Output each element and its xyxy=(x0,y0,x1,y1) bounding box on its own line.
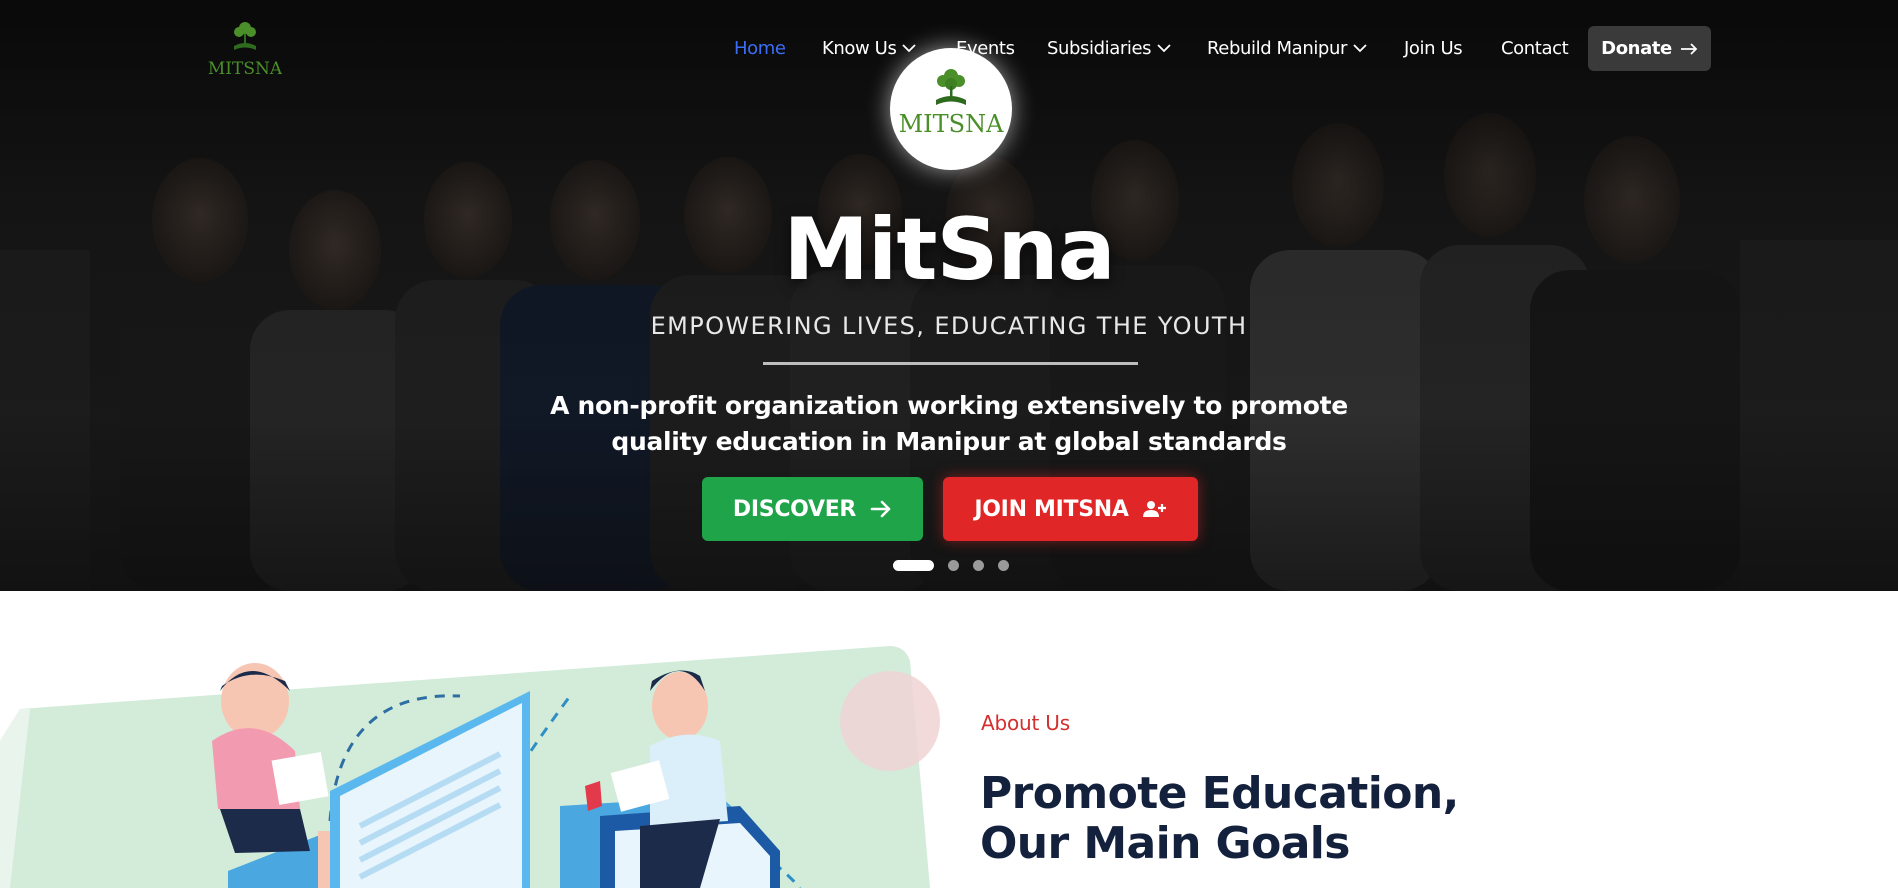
join-mitsna-button[interactable]: JOIN MITSNA xyxy=(943,477,1198,541)
donate-label: Donate xyxy=(1601,38,1672,59)
nav-rebuild-manipur[interactable]: Rebuild Manipur xyxy=(1207,38,1367,59)
discover-button[interactable]: DISCOVER xyxy=(702,477,923,541)
mitsna-logo[interactable]: MITSNA xyxy=(208,18,282,80)
carousel-dot-4[interactable] xyxy=(998,560,1009,571)
hero-divider xyxy=(763,362,1138,365)
emblem-text: MITSNA xyxy=(899,110,1005,138)
about-heading-line1: Promote Education, xyxy=(980,768,1459,819)
chevron-down-icon xyxy=(1157,44,1171,53)
nav-rebuild-manipur-label: Rebuild Manipur xyxy=(1207,38,1347,59)
discover-label: DISCOVER xyxy=(732,496,857,522)
join-label: JOIN MITSNA xyxy=(974,496,1129,522)
nav-home[interactable]: Home xyxy=(734,38,786,59)
about-section: About Us Promote Education, Our Main Goa… xyxy=(0,591,1898,888)
nav-home-label: Home xyxy=(734,38,786,59)
donate-button[interactable]: Donate xyxy=(1588,26,1711,71)
carousel-dot-1[interactable] xyxy=(893,560,934,571)
mitsna-emblem: MITSNA xyxy=(899,69,1005,138)
logo-text: MITSNA xyxy=(208,59,282,79)
nav-join-us-label: Join Us xyxy=(1404,38,1463,59)
hero-section: MITSNA Home Know Us Events Subsidiaries … xyxy=(0,0,1898,591)
nav-join-us[interactable]: Join Us xyxy=(1404,38,1463,59)
education-illustration xyxy=(0,646,940,888)
about-heading: Promote Education, Our Main Goals xyxy=(980,769,1500,869)
carousel-dot-3[interactable] xyxy=(973,560,984,571)
arrow-right-icon xyxy=(870,500,891,518)
about-eyebrow: About Us xyxy=(981,711,1070,735)
chevron-down-icon xyxy=(1353,44,1367,53)
hero-description: A non-profit organization working extens… xyxy=(550,391,1348,456)
about-heading-line2: Our Main Goals xyxy=(980,818,1350,869)
user-plus-icon xyxy=(1142,501,1166,517)
nav-subsidiaries-label: Subsidiaries xyxy=(1047,38,1152,59)
nav-contact[interactable]: Contact xyxy=(1501,38,1569,59)
carousel-dot-2[interactable] xyxy=(948,560,959,571)
nav-contact-label: Contact xyxy=(1501,38,1569,59)
hero-subtitle: EMPOWERING LIVES, EDUCATING THE YOUTH xyxy=(650,312,1248,340)
hero-title: MitSna xyxy=(783,200,1115,300)
arrow-right-icon xyxy=(1680,42,1698,55)
nav-subsidiaries[interactable]: Subsidiaries xyxy=(1047,38,1171,59)
nav-know-us-label: Know Us xyxy=(822,38,897,59)
hero-logo: MITSNA xyxy=(890,48,1012,170)
